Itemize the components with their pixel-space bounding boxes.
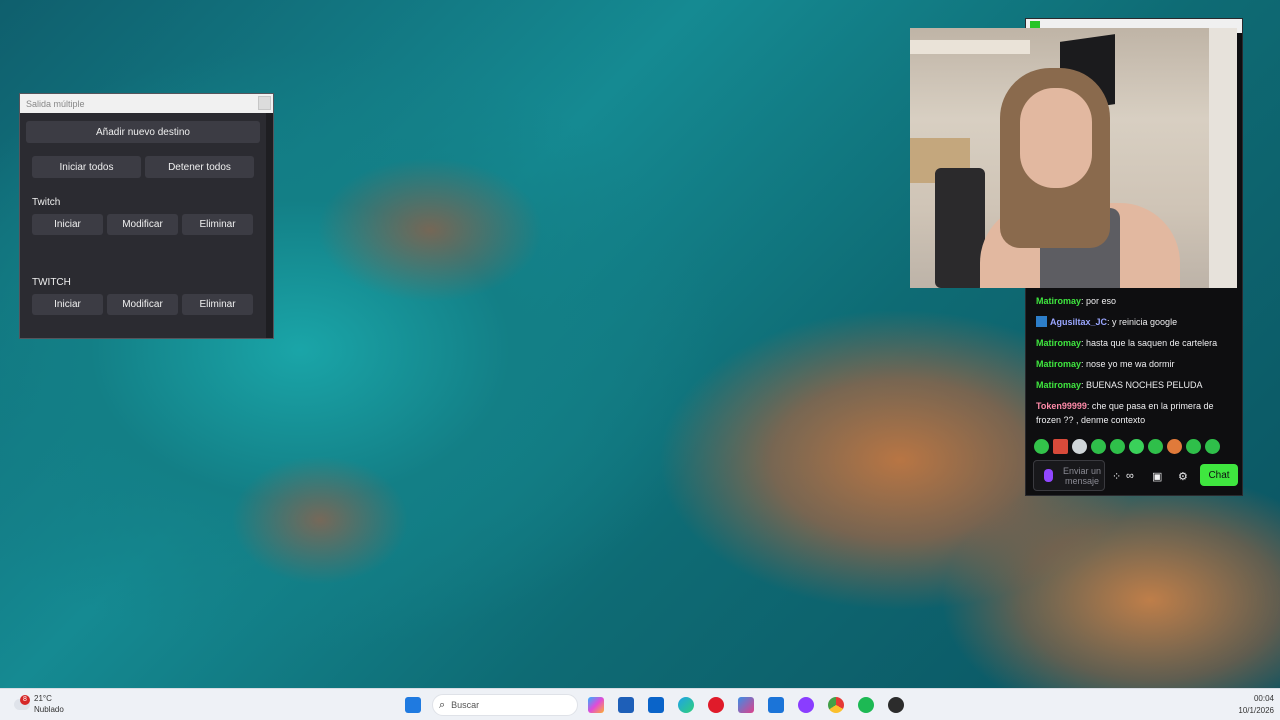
window-title: Salida múltiple xyxy=(26,98,85,109)
store-icon[interactable] xyxy=(618,697,634,713)
delete-button[interactable]: Eliminar xyxy=(182,214,253,235)
chat-text: : por eso xyxy=(1081,296,1117,306)
chat-message: Token99999: che que pasa en la primera d… xyxy=(1036,399,1236,427)
emote-icon[interactable] xyxy=(1034,439,1049,454)
emote-icon[interactable] xyxy=(1167,439,1182,454)
weather-condition: Nublado xyxy=(34,705,64,714)
chat-message: Matiromay: BUENAS NOCHES PELUDA xyxy=(1036,378,1236,392)
chat-username[interactable]: Agusiltax_JC xyxy=(1050,317,1107,327)
emote-icon[interactable] xyxy=(1186,439,1201,454)
gear-icon[interactable]: ⚙ xyxy=(1178,470,1188,483)
door xyxy=(1209,28,1237,288)
edit-button[interactable]: Modificar xyxy=(107,214,178,235)
cloud-icon: 8 xyxy=(14,694,30,710)
shelf xyxy=(910,40,1030,54)
start-button[interactable]: Iniciar xyxy=(32,294,103,315)
emote-icon[interactable] xyxy=(1129,439,1144,454)
photos-icon[interactable] xyxy=(738,697,754,713)
chat-input[interactable]: Enviar un mensaje xyxy=(1033,460,1105,491)
scrollbar[interactable] xyxy=(266,113,273,338)
weather-temp: 21°C xyxy=(34,694,52,703)
emote-icon[interactable] xyxy=(1205,439,1220,454)
emote-bar xyxy=(1034,439,1220,454)
chat-username[interactable]: Matiromay xyxy=(1036,359,1081,369)
twitch-icon[interactable] xyxy=(798,697,814,713)
chrome-icon[interactable] xyxy=(828,697,844,713)
gaming-chair xyxy=(935,168,985,288)
emote-icon[interactable] xyxy=(1091,439,1106,454)
edge-icon[interactable] xyxy=(678,697,694,713)
emote-icon[interactable] xyxy=(1148,439,1163,454)
spotify-icon[interactable] xyxy=(858,697,874,713)
emote-icon[interactable] xyxy=(1053,439,1068,454)
copilot-icon[interactable] xyxy=(588,697,604,713)
close-button[interactable] xyxy=(258,96,271,110)
chat-username[interactable]: Matiromay xyxy=(1036,338,1081,348)
chat-send-button[interactable]: Chat xyxy=(1200,464,1238,486)
taskbar: 8 21°C Nublado ⌕ Buscar 00:04 10/1/2026 xyxy=(0,688,1280,720)
destination-name: Twitch xyxy=(32,197,61,208)
webcam-feed xyxy=(910,28,1237,288)
gift-icon[interactable]: ▣ xyxy=(1152,470,1162,483)
edit-button[interactable]: Modificar xyxy=(107,294,178,315)
mic-icon[interactable] xyxy=(1044,469,1053,482)
outlook-icon[interactable] xyxy=(648,697,664,713)
opera-icon[interactable] xyxy=(708,697,724,713)
search-box[interactable]: ⌕ Buscar xyxy=(432,694,578,716)
search-icon: ⌕ xyxy=(439,698,446,711)
search-placeholder: Buscar xyxy=(451,700,480,710)
chat-text: : hasta que la saquen de cartelera xyxy=(1081,338,1218,348)
chat-message: Agusiltax_JC: y reinicia google xyxy=(1036,315,1236,329)
multiple-output-window: Salida múltiple Añadir nuevo destino Ini… xyxy=(19,93,274,339)
notification-badge: 8 xyxy=(20,694,30,705)
stop-all-button[interactable]: Detener todos xyxy=(145,156,254,178)
app-icon[interactable] xyxy=(768,697,784,713)
clock[interactable]: 00:04 10/1/2026 xyxy=(1238,693,1274,717)
chat-input-placeholder: Enviar un mensaje xyxy=(1062,465,1102,486)
obs-icon[interactable] xyxy=(888,697,904,713)
infinity-icon[interactable]: ∞ xyxy=(1126,470,1134,482)
person-face xyxy=(1020,88,1092,188)
clock-date: 10/1/2026 xyxy=(1238,706,1274,715)
chat-message: Matiromay: por eso xyxy=(1036,294,1236,308)
chat-message: Matiromay: hasta que la saquen de cartel… xyxy=(1036,336,1236,350)
chat-username[interactable]: Matiromay xyxy=(1036,296,1081,306)
clock-time: 00:04 xyxy=(1253,694,1274,703)
emote-icon[interactable] xyxy=(1072,439,1087,454)
start-all-button[interactable]: Iniciar todos xyxy=(32,156,141,178)
delete-button[interactable]: Eliminar xyxy=(182,294,253,315)
start-button[interactable]: Iniciar xyxy=(32,214,103,235)
chat-text: : nose yo me wa dormir xyxy=(1081,359,1175,369)
windows-start-icon[interactable] xyxy=(405,697,421,713)
weather-widget[interactable]: 8 21°C Nublado xyxy=(14,693,64,715)
add-destination-button[interactable]: Añadir nuevo destino xyxy=(26,121,260,143)
destination-name: TWITCH xyxy=(32,277,71,288)
window-titlebar[interactable]: Salida múltiple xyxy=(20,94,273,113)
emote-icon[interactable] xyxy=(1110,439,1125,454)
share-icon[interactable]: ⁘ xyxy=(1112,470,1121,483)
chat-username[interactable]: Token99999 xyxy=(1036,401,1087,411)
badge-icon xyxy=(1036,316,1047,327)
chat-message: Matiromay: nose yo me wa dormir xyxy=(1036,357,1236,371)
chat-text: : BUENAS NOCHES PELUDA xyxy=(1081,380,1203,390)
chat-username[interactable]: Matiromay xyxy=(1036,380,1081,390)
chat-text: : y reinicia google xyxy=(1107,317,1178,327)
